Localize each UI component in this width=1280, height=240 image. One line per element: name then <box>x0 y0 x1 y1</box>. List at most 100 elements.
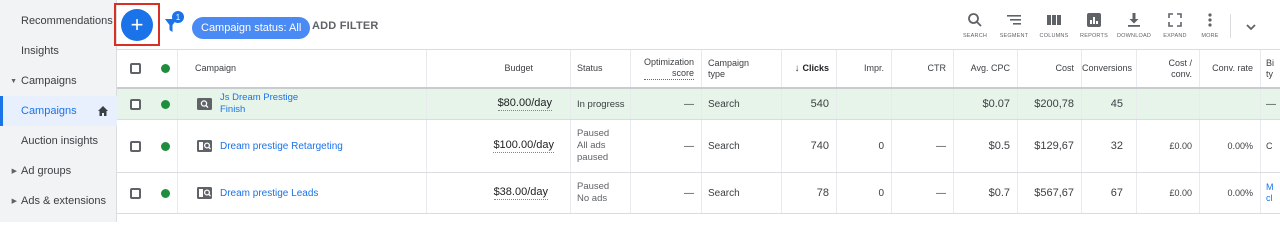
conv-rate-cell: 0.00% <box>1200 120 1261 172</box>
more-icon <box>1208 13 1212 27</box>
col-status[interactable]: Status <box>571 50 631 87</box>
col-cost-per-conv[interactable]: Cost / conv. <box>1137 50 1200 87</box>
status-text: Paused <box>577 128 610 139</box>
column-header: Conv. rate <box>1212 63 1253 73</box>
add-campaign-button[interactable]: + <box>121 9 153 41</box>
status-dot-cell <box>153 50 178 87</box>
column-header: Campaign <box>195 63 237 73</box>
budget-value[interactable]: $80.00/day <box>497 97 552 111</box>
bid-strategy-value[interactable]: M <box>1266 182 1274 193</box>
col-campaign[interactable]: Campaign <box>178 50 427 87</box>
avg-cpc-cell: $0.7 <box>954 173 1018 213</box>
column-header: Budget <box>504 63 533 73</box>
campaign-name-link[interactable]: Js Dream Prestige Finish <box>220 92 298 116</box>
sidebar-item-campaigns[interactable]: Campaigns <box>0 96 117 126</box>
sidebar-group-ad-groups[interactable]: ▶ Ad groups <box>0 156 117 186</box>
col-clicks[interactable]: ↓ Clicks <box>782 50 837 87</box>
search-tool-button[interactable]: SEARCH <box>955 12 995 39</box>
optimization-score-value: — <box>684 187 694 199</box>
select-all-checkbox[interactable] <box>129 63 141 74</box>
enabled-status-dot[interactable] <box>160 64 170 73</box>
expand-tool-button[interactable]: EXPAND <box>1155 12 1195 39</box>
status-text: paused <box>577 152 609 163</box>
col-ctr[interactable]: CTR <box>892 50 954 87</box>
add-filter-button[interactable]: ADD FILTER <box>312 20 379 32</box>
bid-strategy-group: Mcl <box>1266 182 1274 204</box>
table-row[interactable]: Dream prestige Retargeting $100.00/day P… <box>117 120 1280 173</box>
cost-value: $200,78 <box>1034 98 1074 110</box>
sidebar-group-ads-extensions[interactable]: ▶ Ads & extensions <box>0 186 117 216</box>
column-header: Avg. CPC <box>970 63 1010 73</box>
campaign-name-line: Finish <box>220 104 246 115</box>
bid-strategy-cell: — <box>1261 89 1280 119</box>
download-tool-button[interactable]: DOWNLOAD <box>1114 12 1154 39</box>
row-select-cell <box>117 120 153 172</box>
clicks-cell: 740 <box>782 120 837 172</box>
enabled-status-dot[interactable] <box>160 141 170 151</box>
campaign-name-link[interactable]: Dream prestige Retargeting <box>220 141 343 152</box>
bid-strategy-cell: Mcl <box>1261 173 1280 213</box>
bid-strategy-value[interactable]: cl <box>1266 193 1274 204</box>
table-row[interactable]: Dream prestige Leads $38.00/day Paused No… <box>117 173 1280 214</box>
toolbar-divider <box>1230 14 1231 38</box>
row-checkbox[interactable] <box>129 140 141 152</box>
ctr-value: — <box>936 140 946 152</box>
campaign-type-value: Search <box>708 140 740 152</box>
more-tool-button[interactable]: MORE <box>1190 12 1230 39</box>
columns-tool-button[interactable]: COLUMNS <box>1034 12 1074 39</box>
campaign-type-value: Search <box>708 187 740 199</box>
budget-cell: $38.00/day <box>427 173 571 213</box>
tool-label: EXPAND <box>1163 33 1187 39</box>
col-conv-rate[interactable]: Conv. rate <box>1200 50 1261 87</box>
campaign-status-filter-chip[interactable]: Campaign status: All <box>192 17 311 39</box>
column-header: Conversions <box>1082 63 1132 73</box>
reports-tool-button[interactable]: REPORTS <box>1074 12 1114 39</box>
campaign-name-link[interactable]: Dream prestige Leads <box>220 188 318 199</box>
column-header: score <box>643 68 694 80</box>
cost-cell: $567,67 <box>1018 173 1082 213</box>
segment-tool-button[interactable]: SEGMENT <box>994 12 1034 39</box>
cost-value: $129,67 <box>1034 140 1074 152</box>
sidebar-group-campaigns[interactable]: ▼ Campaigns <box>0 66 117 96</box>
col-campaign-type[interactable]: Campaign type <box>702 50 782 87</box>
status-text: No ads <box>577 193 608 204</box>
col-conversions[interactable]: Conversions <box>1082 50 1137 87</box>
clicks-cell: 78 <box>782 173 837 213</box>
row-checkbox[interactable] <box>129 98 141 110</box>
column-header: Campaign <box>708 57 750 68</box>
conv-rate-value: 0.00% <box>1227 141 1253 151</box>
row-checkbox[interactable] <box>129 187 141 199</box>
chevron-down-icon[interactable] <box>1244 20 1258 34</box>
conversions-cell: 67 <box>1082 173 1137 213</box>
campaign-type-cell: Search <box>702 120 782 172</box>
sidebar-item-insights[interactable]: Insights <box>0 36 117 66</box>
col-bid-strategy-type[interactable]: Bi ty <box>1261 50 1280 87</box>
budget-value[interactable]: $100.00/day <box>493 139 554 153</box>
col-impressions[interactable]: Impr. <box>837 50 892 87</box>
columns-icon <box>1047 15 1061 25</box>
budget-value[interactable]: $38.00/day <box>493 186 548 200</box>
cost-per-conv-value: £0.00 <box>1169 141 1192 151</box>
bid-strategy-value: — <box>1266 98 1276 110</box>
sidebar-item-label: Campaigns <box>21 75 77 87</box>
col-avg-cpc[interactable]: Avg. CPC <box>954 50 1018 87</box>
sidebar-item-recommendations[interactable]: Recommendations <box>0 6 117 36</box>
row-select-cell <box>117 173 153 213</box>
col-optimization-score[interactable]: Optimization score <box>631 50 702 87</box>
sidebar-item-label: Ads & extensions <box>21 195 106 207</box>
col-cost[interactable]: Cost <box>1018 50 1082 87</box>
enabled-status-dot[interactable] <box>160 188 170 198</box>
table-row[interactable]: Js Dream Prestige Finish $80.00/day In pr… <box>117 89 1280 120</box>
cost-value: $567,67 <box>1034 187 1074 199</box>
conv-rate-cell <box>1200 89 1261 119</box>
column-header: Optimization <box>643 57 694 67</box>
sidebar-item-auction-insights[interactable]: Auction insights <box>0 126 117 156</box>
segment-icon <box>1007 15 1021 25</box>
status-text: Paused <box>577 181 610 192</box>
status-cell: Paused No ads <box>571 173 631 213</box>
ctr-cell: — <box>892 120 954 172</box>
avg-cpc-value: $0.07 <box>982 98 1010 110</box>
enabled-status-dot[interactable] <box>160 99 170 109</box>
col-budget[interactable]: Budget <box>427 50 571 87</box>
column-header: ty <box>1266 68 1274 79</box>
